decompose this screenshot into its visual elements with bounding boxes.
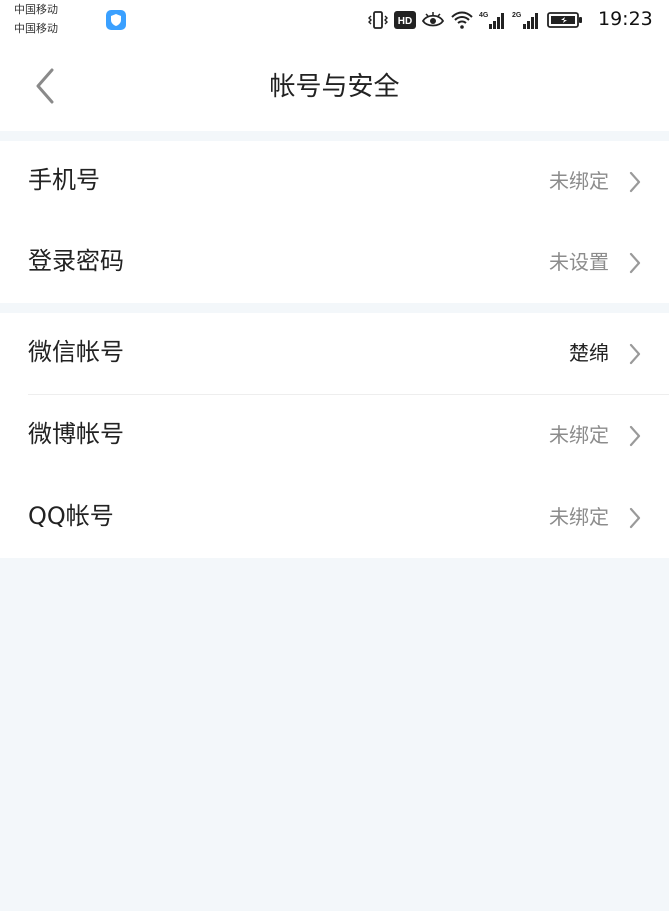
row-login-password[interactable]: 登录密码 未设置 — [0, 222, 669, 303]
chevron-right-icon — [628, 343, 642, 365]
row-weibo-account[interactable]: 微博帐号 未绑定 — [0, 395, 669, 476]
battery-icon — [547, 11, 583, 29]
signal-2g-icon: 2G — [512, 10, 542, 30]
row-value: 未绑定 — [549, 423, 609, 447]
row-wechat-account[interactable]: 微信帐号 楚绵 — [0, 313, 669, 394]
settings-group-phone-password: 手机号 未绑定 登录密码 未设置 — [0, 141, 669, 303]
row-value: 楚绵 — [569, 341, 609, 365]
row-qq-account[interactable]: QQ帐号 未绑定 — [0, 477, 669, 558]
row-label: 微信帐号 — [28, 338, 124, 366]
app-badge-icon — [106, 10, 126, 30]
nav-bar: 帐号与安全 — [0, 45, 669, 131]
status-time: 19:23 — [598, 8, 653, 30]
wifi-icon — [450, 11, 474, 29]
row-value: 未绑定 — [549, 505, 609, 529]
carrier-label-1: 中国移动 — [14, 3, 58, 16]
hd-label: HD — [398, 16, 412, 27]
status-bar: 中国移动 中国移动 HD 4G 2G 19:23 — [0, 0, 669, 45]
carrier-label-2: 中国移动 — [14, 22, 58, 35]
signal-2g-label: 2G — [512, 12, 522, 19]
settings-group-linked-accounts: 微信帐号 楚绵 微博帐号 未绑定 QQ帐号 未绑定 — [0, 313, 669, 558]
vibrate-icon — [367, 10, 389, 30]
page-title: 帐号与安全 — [269, 72, 400, 102]
signal-4g-icon: 4G — [479, 10, 507, 30]
signal-4g-label: 4G — [479, 12, 489, 19]
row-label: 微博帐号 — [28, 420, 124, 448]
row-label: QQ帐号 — [28, 502, 114, 530]
chevron-right-icon — [628, 252, 642, 274]
row-value: 未绑定 — [549, 169, 609, 193]
row-phone-number[interactable]: 手机号 未绑定 — [0, 141, 669, 222]
eye-icon — [421, 11, 445, 29]
chevron-right-icon — [628, 507, 642, 529]
row-label: 登录密码 — [28, 247, 124, 275]
row-value: 未设置 — [549, 250, 609, 274]
chevron-right-icon — [628, 425, 642, 447]
row-label: 手机号 — [28, 166, 100, 194]
hd-icon: HD — [394, 11, 416, 29]
status-icons: HD 4G 2G — [367, 9, 583, 31]
chevron-right-icon — [628, 171, 642, 193]
